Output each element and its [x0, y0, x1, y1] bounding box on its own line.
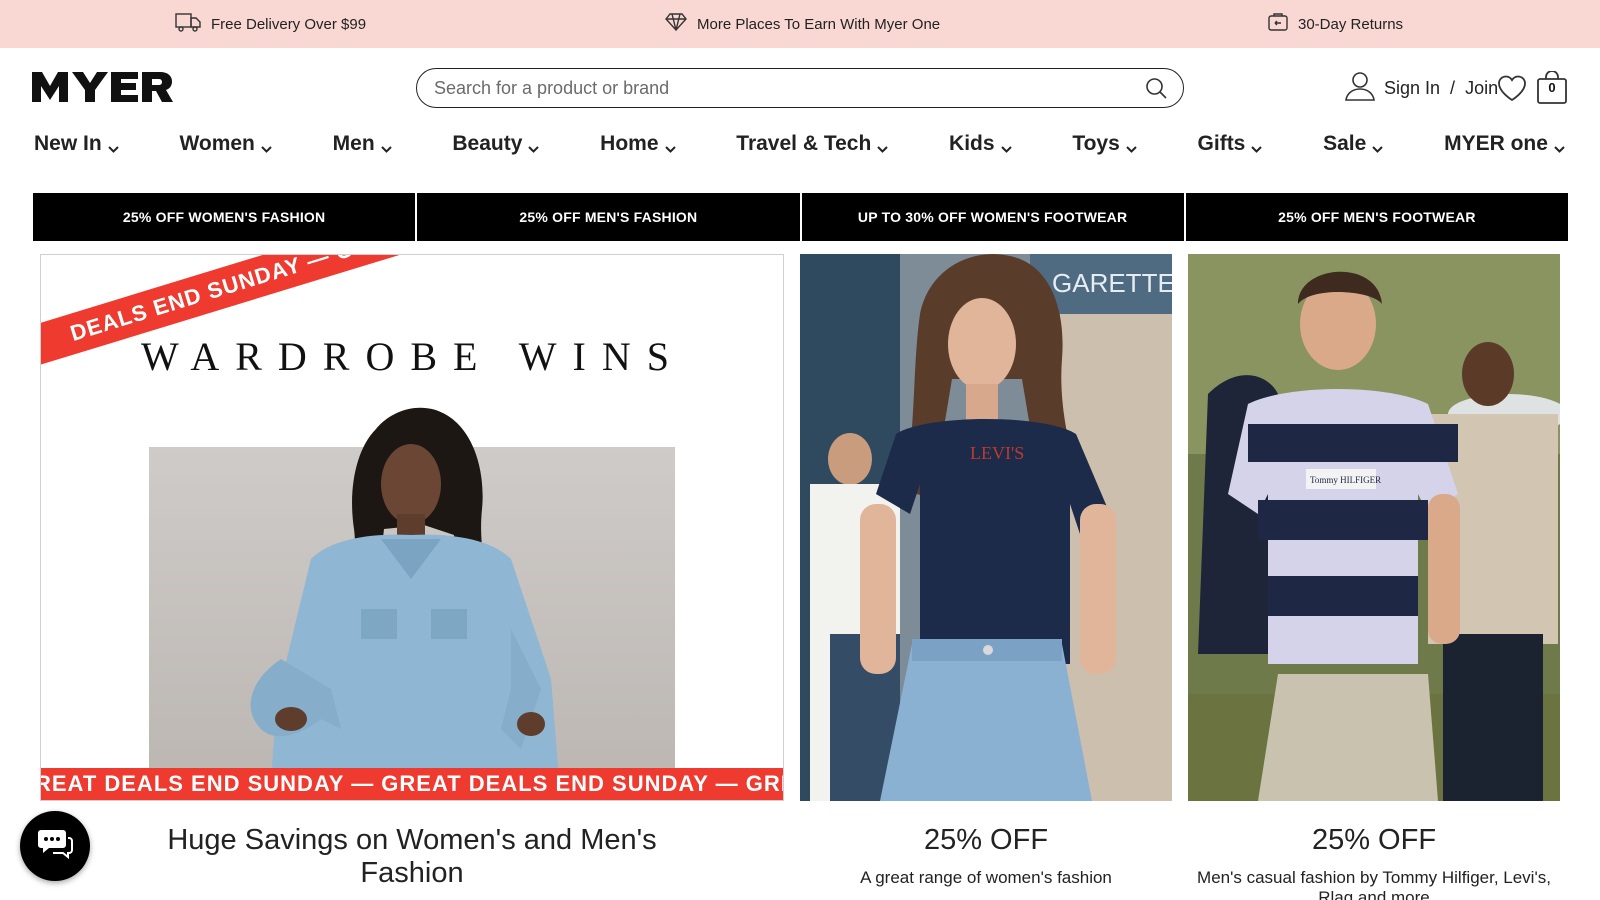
deal-tab-womens-footwear[interactable]: UP TO 30% OFF WOMEN'S FOOTWEAR — [801, 193, 1184, 241]
nav-item-myer-one[interactable]: MYER one — [1444, 132, 1566, 156]
user-icon[interactable] — [1344, 71, 1376, 106]
bottom-ribbon-text: REAT DEALS END SUNDAY — GREAT DEALS END … — [41, 771, 784, 796]
hero2-caption-title[interactable]: 25% OFF — [800, 824, 1172, 857]
bottom-ribbon: REAT DEALS END SUNDAY — GREAT DEALS END … — [41, 768, 784, 800]
man-striped-tee-image: Tommy HILFIGER — [1188, 254, 1560, 801]
nav-item-home[interactable]: Home — [600, 132, 676, 156]
nav-item-women[interactable]: Women — [179, 132, 272, 156]
deal-tab-womens-fashion[interactable]: 25% OFF WOMEN'S FASHION — [33, 193, 416, 241]
storefront-text: GARETTE — [1052, 268, 1172, 298]
promo-item-myer-one[interactable]: More Places To Earn With Myer One — [665, 0, 940, 48]
nav-item-sale[interactable]: Sale — [1323, 132, 1384, 156]
chevron-down-icon — [380, 138, 393, 153]
account-separator: / — [1450, 77, 1456, 98]
shopping-bag-button[interactable]: 0 — [1536, 70, 1568, 105]
chevron-down-icon — [876, 138, 889, 153]
diamond-icon — [665, 13, 687, 35]
chat-button[interactable] — [20, 811, 90, 881]
nav-item-toys[interactable]: Toys — [1072, 132, 1137, 156]
account-area: Sign In / Join — [1344, 70, 1498, 106]
hero3-caption-sub: Men's casual fashion by Tommy Hilfiger, … — [1197, 868, 1551, 900]
search-icon[interactable] — [1143, 75, 1169, 101]
main-nav: New In Women Men Beauty Home Travel & Te… — [34, 126, 1566, 162]
nav-item-label: Sale — [1323, 132, 1367, 155]
nav-item-label: Beauty — [452, 132, 523, 155]
nav-item-label: Travel & Tech — [736, 132, 872, 155]
promo-bar: Free Delivery Over $99 More Places To Ea… — [0, 0, 1600, 48]
chevron-down-icon — [527, 138, 540, 153]
hero3-caption-title[interactable]: 25% OFF — [1188, 824, 1560, 857]
chevron-down-icon — [107, 138, 120, 153]
deal-tab-mens-footwear[interactable]: 25% OFF MEN'S FOOTWEAR — [1185, 193, 1568, 241]
woman-levis-tee-image: GARETTE LEVI'S — [800, 254, 1172, 801]
chevron-down-icon — [1553, 138, 1566, 153]
nav-item-new-in[interactable]: New In — [34, 132, 120, 156]
nav-item-label: Home — [600, 132, 659, 155]
nav-item-label: Kids — [949, 132, 995, 155]
search-bar — [416, 68, 1184, 108]
promo-myer-one-label: More Places To Earn With Myer One — [697, 15, 941, 33]
chevron-down-icon — [664, 138, 677, 153]
nav-item-men[interactable]: Men — [333, 132, 393, 156]
chevron-down-icon — [1250, 138, 1263, 153]
nav-item-beauty[interactable]: Beauty — [452, 132, 540, 156]
promo-delivery-label: Free Delivery Over $99 — [211, 15, 367, 33]
nav-item-gifts[interactable]: Gifts — [1198, 132, 1264, 156]
bag-count-badge: 0 — [1548, 80, 1556, 95]
levis-tee-logo: LEVI'S — [970, 443, 1024, 463]
chevron-down-icon — [1125, 138, 1138, 153]
womens-fashion-image[interactable]: GARETTE LEVI'S — [800, 254, 1172, 801]
nav-item-label: Women — [179, 132, 255, 155]
myer-logo[interactable] — [32, 72, 202, 102]
promo-item-returns[interactable]: 30-Day Returns — [1268, 0, 1403, 48]
promo-item-delivery[interactable]: Free Delivery Over $99 — [175, 0, 366, 48]
chevron-down-icon — [1000, 138, 1013, 153]
join-link[interactable]: Join — [1465, 78, 1498, 99]
chat-bubble-icon — [37, 828, 73, 865]
hero2-caption-sub: A great range of women's fashion — [860, 868, 1112, 887]
mens-fashion-image[interactable]: Tommy HILFIGER — [1188, 254, 1560, 801]
hero1-caption-title[interactable]: Huge Savings on Women's and Men's Fashio… — [150, 824, 674, 890]
chevron-down-icon — [1371, 138, 1384, 153]
search-input[interactable] — [434, 77, 1143, 99]
deal-tabs: 25% OFF WOMEN'S FASHION 25% OFF MEN'S FA… — [33, 193, 1568, 241]
wishlist-heart-icon[interactable] — [1496, 72, 1528, 104]
deal-tab-mens-fashion[interactable]: 25% OFF MEN'S FASHION — [417, 193, 800, 241]
sign-in-link[interactable]: Sign In — [1384, 78, 1440, 99]
nav-item-label: New In — [34, 132, 102, 155]
wardrobe-wins-title: WARDROBE WINS — [141, 334, 685, 379]
model-denim-shirt-image — [250, 407, 559, 779]
nav-item-label: Gifts — [1197, 132, 1246, 155]
nav-item-label: Toys — [1072, 132, 1120, 155]
nav-item-kids[interactable]: Kids — [949, 132, 1013, 156]
tommy-tee-logo: Tommy HILFIGER — [1310, 475, 1381, 485]
nav-item-label: MYER one — [1444, 132, 1548, 155]
nav-item-travel-tech[interactable]: Travel & Tech — [736, 132, 889, 156]
returns-icon — [1268, 13, 1288, 35]
truck-icon — [175, 11, 201, 37]
promo-returns-label: 30-Day Returns — [1298, 15, 1404, 33]
nav-item-label: Men — [332, 132, 375, 155]
chevron-down-icon — [260, 138, 273, 153]
wardrobe-wins-banner[interactable]: DEALS END SUNDAY — GREAT WARDROBE WINS R… — [40, 254, 784, 801]
